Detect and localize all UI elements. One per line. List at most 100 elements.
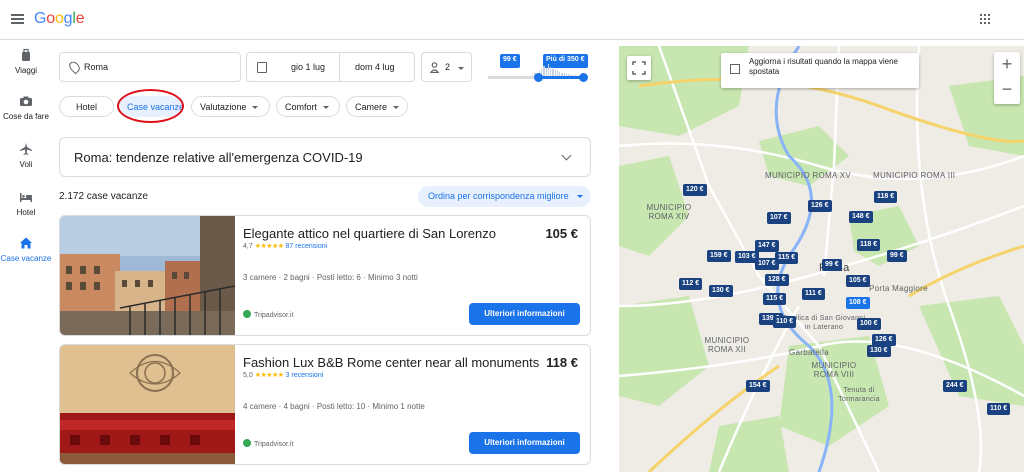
sort-label: Ordina per corrispondenza migliore <box>428 191 569 201</box>
map-price-pin[interactable]: 99 € <box>822 259 842 271</box>
guests-count: 2 <box>445 62 451 72</box>
map-label-porta-maggiore: Porta Maggiore <box>869 284 928 293</box>
apps-grid-icon[interactable] <box>980 14 990 24</box>
rating-value: 4,7 <box>243 243 253 250</box>
person-icon <box>430 62 439 73</box>
map-label-garbatella: Garbatella <box>789 348 829 357</box>
reviews-link[interactable]: 3 recensioni <box>286 372 324 379</box>
sidebar-item-case-vacanze[interactable]: Case vacanze <box>0 236 52 263</box>
sidebar-item-hotel[interactable]: Hotel <box>0 190 52 217</box>
checkout-date[interactable]: dom 4 lug <box>355 62 395 72</box>
chevron-down-icon <box>393 106 400 109</box>
update-checkbox[interactable] <box>730 64 740 74</box>
sidebar-item-voli[interactable]: Voli <box>0 142 52 169</box>
listing-title[interactable]: Elegante attico nel quartiere di San Lor… <box>243 226 496 241</box>
chip-label: Comfort <box>285 102 318 112</box>
listing-photo[interactable] <box>60 345 235 465</box>
chip-label: Camere <box>355 102 388 112</box>
map-price-pin[interactable]: 100 € <box>857 318 881 330</box>
zoom-out-button[interactable]: − <box>994 78 1020 104</box>
date-picker[interactable]: gio 1 lug dom 4 lug <box>246 52 415 82</box>
map-price-pin[interactable]: 244 € <box>943 380 967 392</box>
listing-title[interactable]: Fashion Lux B&B Rome center near all mon… <box>243 355 539 370</box>
map-price-pin[interactable]: 148 € <box>849 211 873 223</box>
map-price-pin[interactable]: 128 € <box>765 274 789 286</box>
map-price-pin[interactable]: 118 € <box>874 191 898 203</box>
update-on-move-toggle[interactable]: Aggiorna i risultati quando la mappa vie… <box>721 53 919 88</box>
covid-title: Roma: tendenze relative all'emergenza CO… <box>74 150 363 165</box>
fullscreen-icon <box>632 61 646 75</box>
map-price-pin[interactable]: 126 € <box>808 200 832 212</box>
map-label-municipio-xii: MUNICIPIO ROMA XII <box>704 336 750 354</box>
price-slider-max-handle[interactable] <box>579 73 588 82</box>
map-price-pin[interactable]: 110 € <box>987 403 1011 415</box>
listing-card[interactable]: Elegante attico nel quartiere di San Lor… <box>59 215 591 336</box>
logo-letter: o <box>54 10 64 27</box>
map-price-pin[interactable]: 115 € <box>763 293 787 305</box>
sidebar-item-cose-da-fare[interactable]: Cose da fare <box>0 94 52 121</box>
price-min-label: 99 € <box>500 54 520 68</box>
suitcase-icon <box>22 48 30 61</box>
filter-chip-valutazione[interactable]: Valutazione <box>191 96 270 117</box>
map-price-pin[interactable]: 99 € <box>887 250 907 262</box>
listing-source: Tripadvisor.it <box>243 310 293 319</box>
zoom-in-button[interactable]: + <box>994 52 1020 78</box>
chip-label: Valutazione <box>200 102 247 112</box>
filter-chip-hotel[interactable]: Hotel <box>59 96 114 117</box>
map-view[interactable]: MUNICIPIO ROMA XV MUNICIPIO ROMA III MUN… <box>619 46 1024 472</box>
tripadvisor-icon <box>243 310 251 318</box>
sort-dropdown[interactable]: Ordina per corrispondenza migliore <box>418 186 591 207</box>
sidebar-item-label: Hotel <box>16 208 36 217</box>
map-price-pin[interactable]: 130 € <box>867 345 891 357</box>
map-price-pin[interactable]: 115 € <box>775 252 799 264</box>
map-price-pin[interactable]: 120 € <box>683 184 707 196</box>
map-price-pin[interactable]: 110 € <box>773 316 797 328</box>
listing-details: 4 camere · 4 bagni · Posti letto: 10 · M… <box>243 402 425 411</box>
source-name: Tripadvisor.it <box>254 441 294 448</box>
filter-chip-camere[interactable]: Camere <box>346 96 408 117</box>
reviews-link[interactable]: 87 recensioni <box>286 243 328 250</box>
date-divider <box>339 53 340 81</box>
filter-chip-comfort[interactable]: Comfort <box>276 96 340 117</box>
map-price-pin[interactable]: 118 € <box>857 239 881 251</box>
airplane-icon <box>20 143 32 155</box>
star-rating-icon: ★★★★★ <box>254 372 284 379</box>
logo-letter: o <box>46 10 55 27</box>
google-logo[interactable]: Google <box>34 10 85 28</box>
map-label-municipio-viii: MUNICIPIO ROMA VIII <box>811 361 857 379</box>
listing-card[interactable]: Fashion Lux B&B Rome center near all mon… <box>59 344 591 465</box>
hamburger-menu-icon[interactable] <box>11 14 24 24</box>
location-value: Roma <box>84 62 109 72</box>
listing-photo[interactable] <box>60 216 235 336</box>
checkin-date[interactable]: gio 1 lug <box>291 62 325 72</box>
guests-selector[interactable]: 2 <box>421 52 472 82</box>
map-price-pin[interactable]: 105 € <box>846 275 870 287</box>
sidebar-item-viaggi[interactable]: Viaggi <box>0 48 52 75</box>
map-price-pin[interactable]: 112 € <box>679 278 703 290</box>
more-info-button[interactable]: Ulteriori informazioni <box>469 303 580 325</box>
results-count: 2.172 case vacanze <box>59 191 148 202</box>
map-price-pin[interactable]: 147 € <box>755 240 779 252</box>
map-price-pin[interactable]: 108 € <box>846 297 870 309</box>
side-navigation: Viaggi Cose da fare Voli Hotel Case vaca… <box>0 40 52 472</box>
camera-icon <box>20 96 32 106</box>
zoom-controls: + − <box>994 52 1020 104</box>
map-price-pin[interactable]: 111 € <box>802 288 825 300</box>
listing-rating: 5,0 ★★★★★ 3 recensioni <box>243 371 323 379</box>
more-info-button[interactable]: Ulteriori informazioni <box>469 432 580 454</box>
map-price-pin[interactable]: 107 € <box>767 212 791 224</box>
listing-price: 105 € <box>545 226 578 241</box>
price-range-filter[interactable]: 99 € Più di 350 € <box>486 50 591 85</box>
listing-price: 118 € <box>546 355 578 370</box>
map-price-pin[interactable]: 159 € <box>707 250 731 262</box>
map-price-pin[interactable]: 154 € <box>746 380 770 392</box>
map-price-pin[interactable]: 130 € <box>709 285 733 297</box>
logo-letter: G <box>34 10 47 27</box>
logo-letter: e <box>75 10 85 27</box>
covid-banner[interactable]: Roma: tendenze relative all'emergenza CO… <box>59 137 591 177</box>
fullscreen-button[interactable] <box>627 56 651 80</box>
expand-chevron-icon[interactable] <box>561 150 572 161</box>
price-slider-min-handle[interactable] <box>534 73 543 82</box>
location-input[interactable]: Roma <box>59 52 241 82</box>
chevron-down-icon <box>323 106 330 109</box>
